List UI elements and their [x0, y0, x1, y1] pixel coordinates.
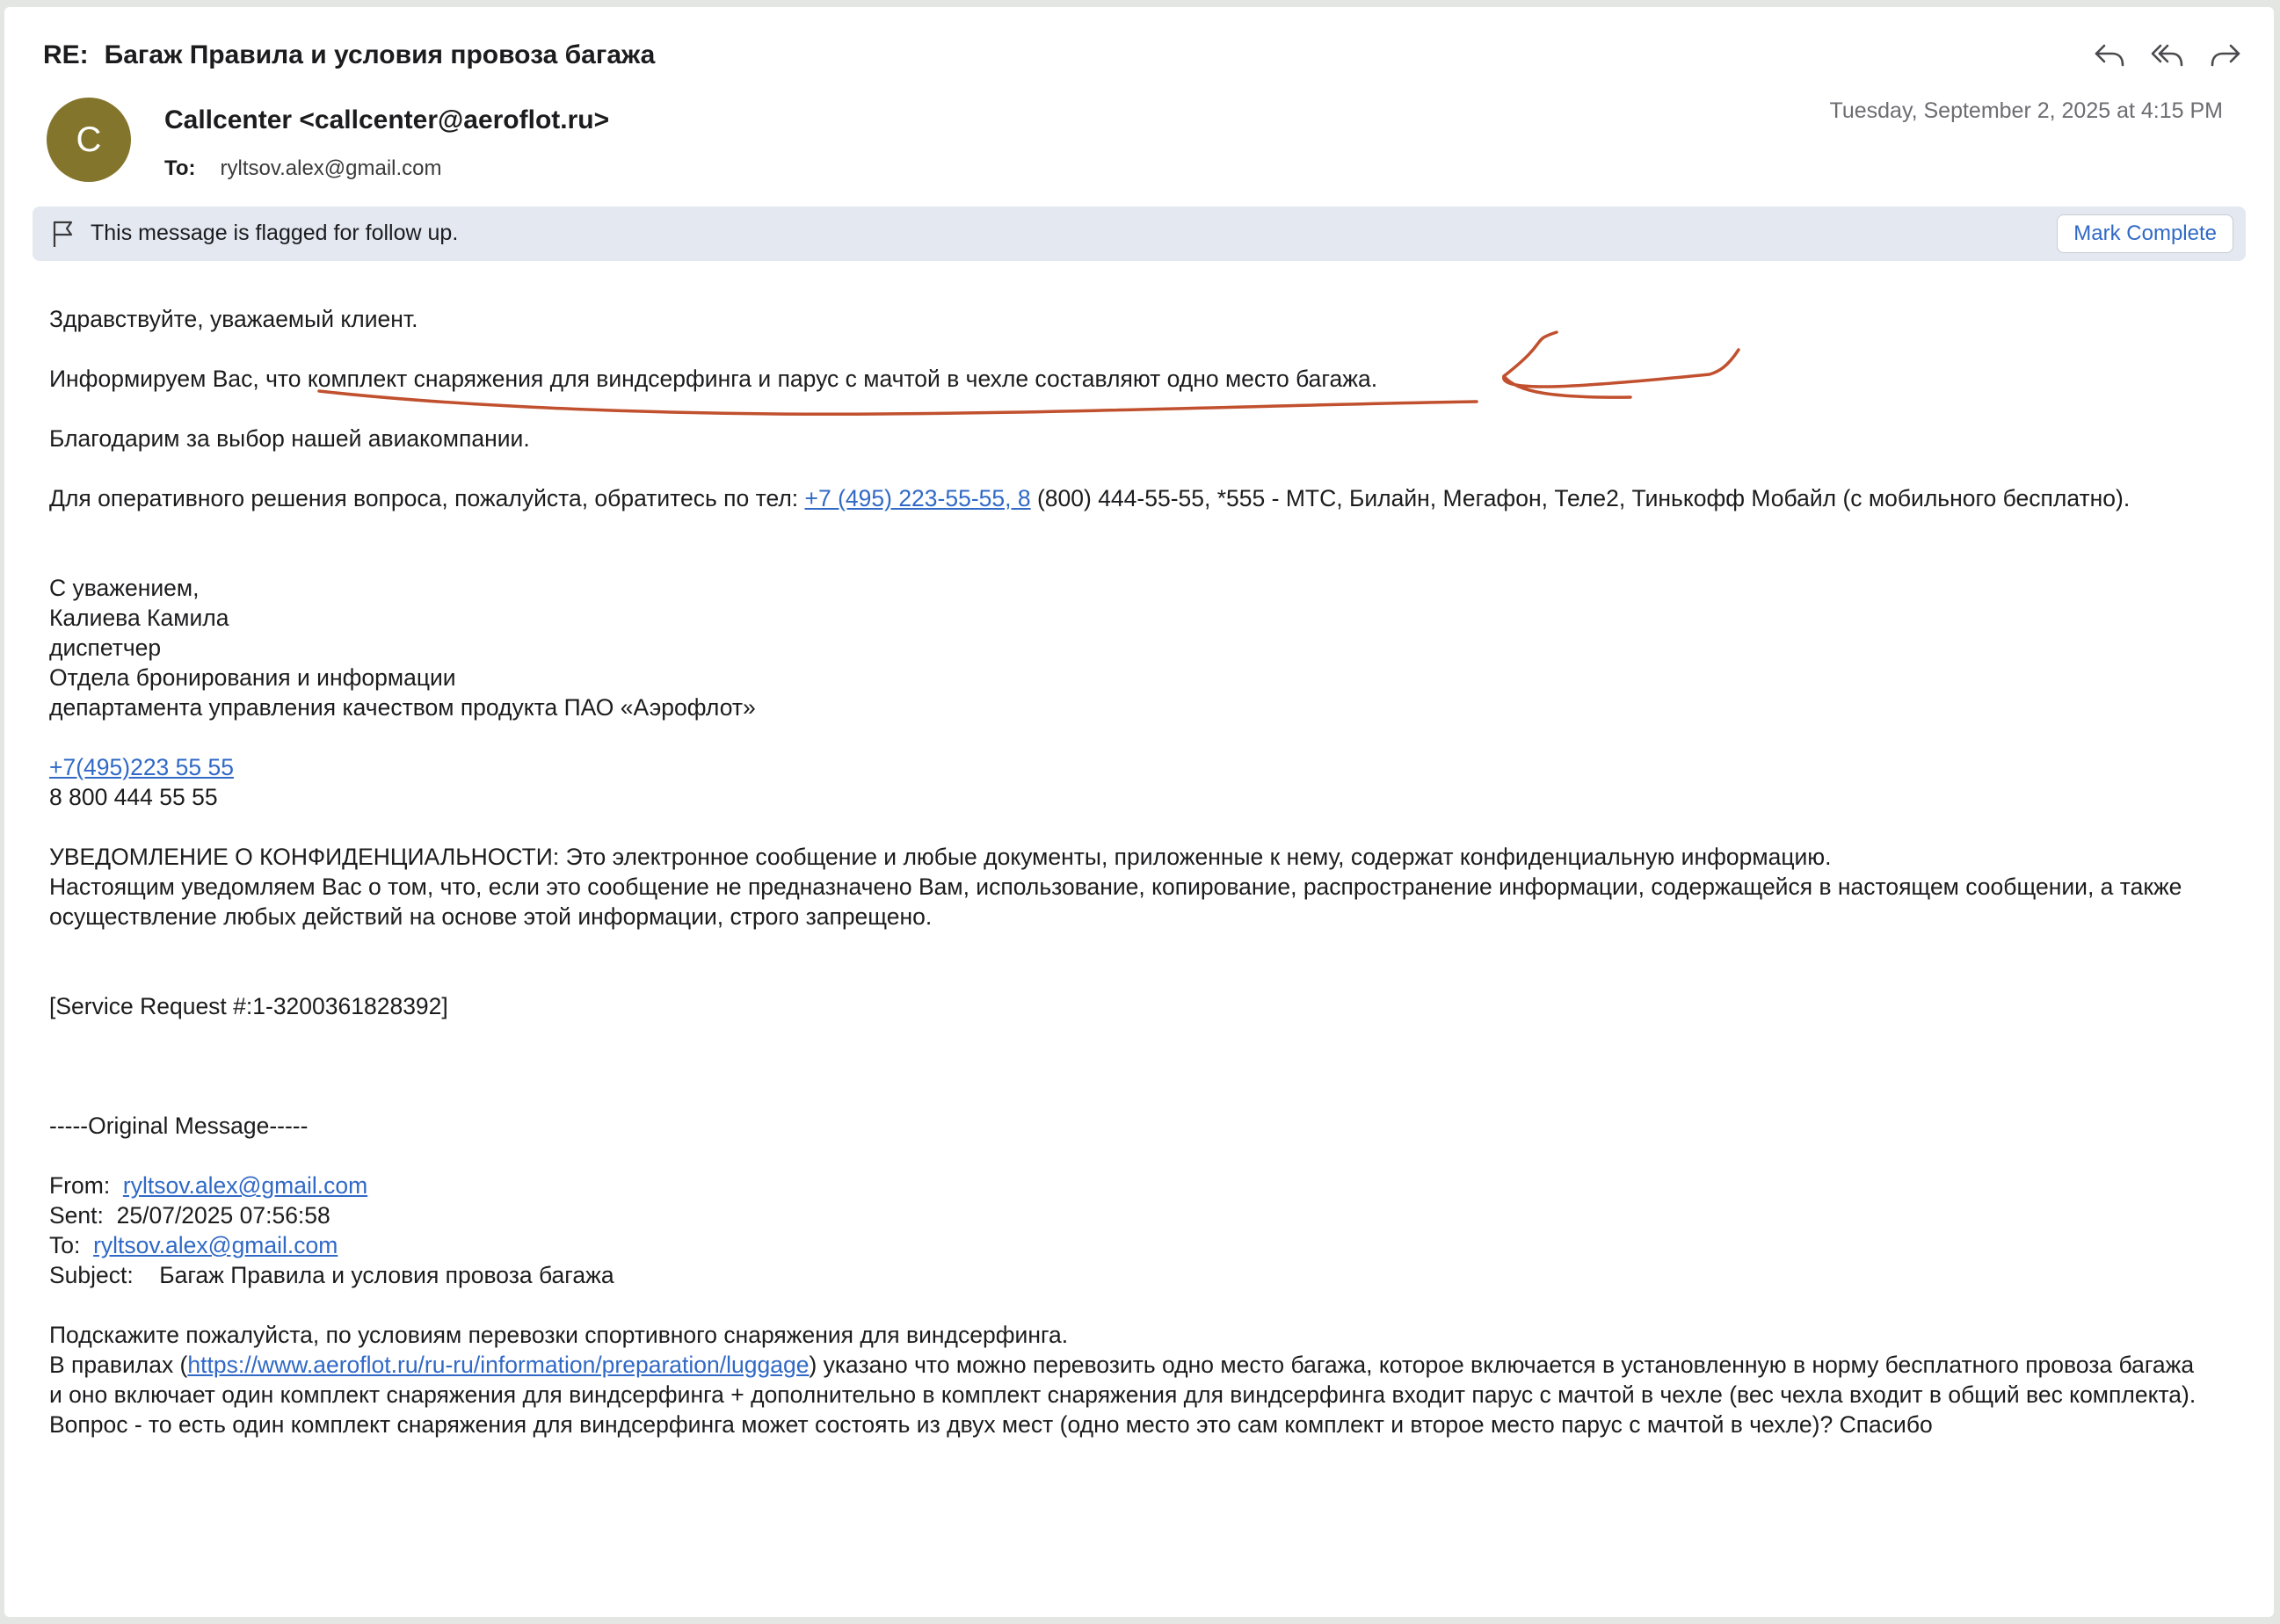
signature-line: Отдела бронирования и информации: [49, 664, 456, 691]
original-sent: Sent: 25/07/2025 07:56:58: [49, 1200, 2211, 1230]
message-date: Tuesday, September 2, 2025 at 4:15 PM: [1829, 98, 2224, 123]
phone-link[interactable]: +7 (495) 223-55-55, 8: [805, 485, 1031, 511]
subject-prefix: RE:: [43, 40, 89, 69]
question-paragraph: Подскажите пожалуйста, по условиям перев…: [49, 1322, 1069, 1348]
sender-avatar: C: [47, 98, 131, 182]
sender-name[interactable]: Callcenter <callcenter@aeroflot.ru>: [164, 105, 609, 135]
signature-phone: +7(495)223 55 55: [49, 752, 2211, 782]
recipient-address[interactable]: ryltsov.alex@gmail.com: [221, 156, 442, 180]
flag-icon: [53, 221, 73, 247]
follow-up-banner: This message is flagged for follow up. M…: [33, 207, 2246, 261]
reply-button[interactable]: [2088, 33, 2131, 77]
original-from: From: ryltsov.alex@gmail.com: [49, 1171, 2211, 1200]
signature-line: департамента управления качеством продук…: [49, 694, 756, 721]
contact-text: Для оперативного решения вопроса, пожалу…: [49, 485, 805, 511]
subject-text: Багаж Правила и условия провоза багажа: [104, 40, 656, 69]
to-label: To:: [164, 156, 196, 180]
original-to-link[interactable]: ryltsov.alex@gmail.com: [93, 1232, 338, 1258]
from-label: From:: [49, 1172, 111, 1199]
sent-value: 25/07/2025 07:56:58: [116, 1202, 330, 1229]
rules-link[interactable]: https://www.aeroflot.ru/ru-ru/informatio…: [187, 1352, 809, 1378]
signature-line: С уважением,: [49, 575, 200, 601]
sent-label: Sent:: [49, 1202, 104, 1229]
message-actions: [2088, 33, 2247, 77]
original-subject-value: Багаж Правила и условия провоза багажа: [159, 1262, 614, 1288]
recipient-row: To: ryltsov.alex@gmail.com: [164, 156, 442, 181]
original-to-label: To:: [49, 1232, 81, 1258]
contact-text-after: (800) 444-55-55, *555 - МТС, Билайн, Мег…: [1030, 485, 2131, 511]
greeting: Здравствуйте, уважаемый клиент.: [49, 306, 418, 332]
original-subject-label: Subject:: [49, 1262, 134, 1288]
original-to: To: ryltsov.alex@gmail.com: [49, 1230, 2211, 1260]
thanks-paragraph: Благодарим за выбор нашей авиакомпании.: [49, 425, 530, 452]
question-text: В правилах (: [49, 1352, 188, 1378]
forward-icon: [2211, 44, 2240, 67]
signature-phone-link[interactable]: +7(495)223 55 55: [49, 754, 234, 780]
signature-line: Калиева Камила: [49, 605, 229, 631]
original-subject: Subject: Багаж Правила и условия провоза…: [49, 1260, 2211, 1290]
original-message-header: -----Original Message-----: [49, 1113, 309, 1139]
mark-complete-button[interactable]: Mark Complete: [2057, 214, 2233, 253]
forward-button[interactable]: [2204, 33, 2247, 77]
contact-paragraph: Для оперативного решения вопроса, пожалу…: [49, 483, 2211, 513]
from-address-link[interactable]: ryltsov.alex@gmail.com: [123, 1172, 367, 1199]
reply-icon: [2095, 44, 2124, 67]
reply-all-icon: [2151, 44, 2183, 67]
email-subject: RE: Багаж Правила и условия провоза багаж…: [43, 40, 655, 70]
message-body: Здравствуйте, уважаемый клиент. Информир…: [49, 304, 2211, 1439]
confidentiality-notice-2: Настоящим уведомляем Вас о том, что, есл…: [49, 874, 2182, 930]
service-request: [Service Request #:1-3200361828392]: [49, 993, 448, 1019]
question-paragraph-2: В правилах (https://www.aeroflot.ru/ru-r…: [49, 1350, 2211, 1439]
email-window: RE: Багаж Правила и условия провоза багаж…: [4, 7, 2274, 1617]
flag-message: This message is flagged for follow up.: [91, 221, 459, 245]
reply-all-button[interactable]: [2146, 33, 2189, 77]
signature-line: диспетчер: [49, 634, 162, 661]
signature-phone-2: 8 800 444 55 55: [49, 784, 218, 810]
info-paragraph: Информируем Вас, что комплект снаряжения…: [49, 366, 1378, 392]
confidentiality-notice: УВЕДОМЛЕНИЕ О КОНФИДЕНЦИАЛЬНОСТИ: Это эл…: [49, 844, 1832, 870]
